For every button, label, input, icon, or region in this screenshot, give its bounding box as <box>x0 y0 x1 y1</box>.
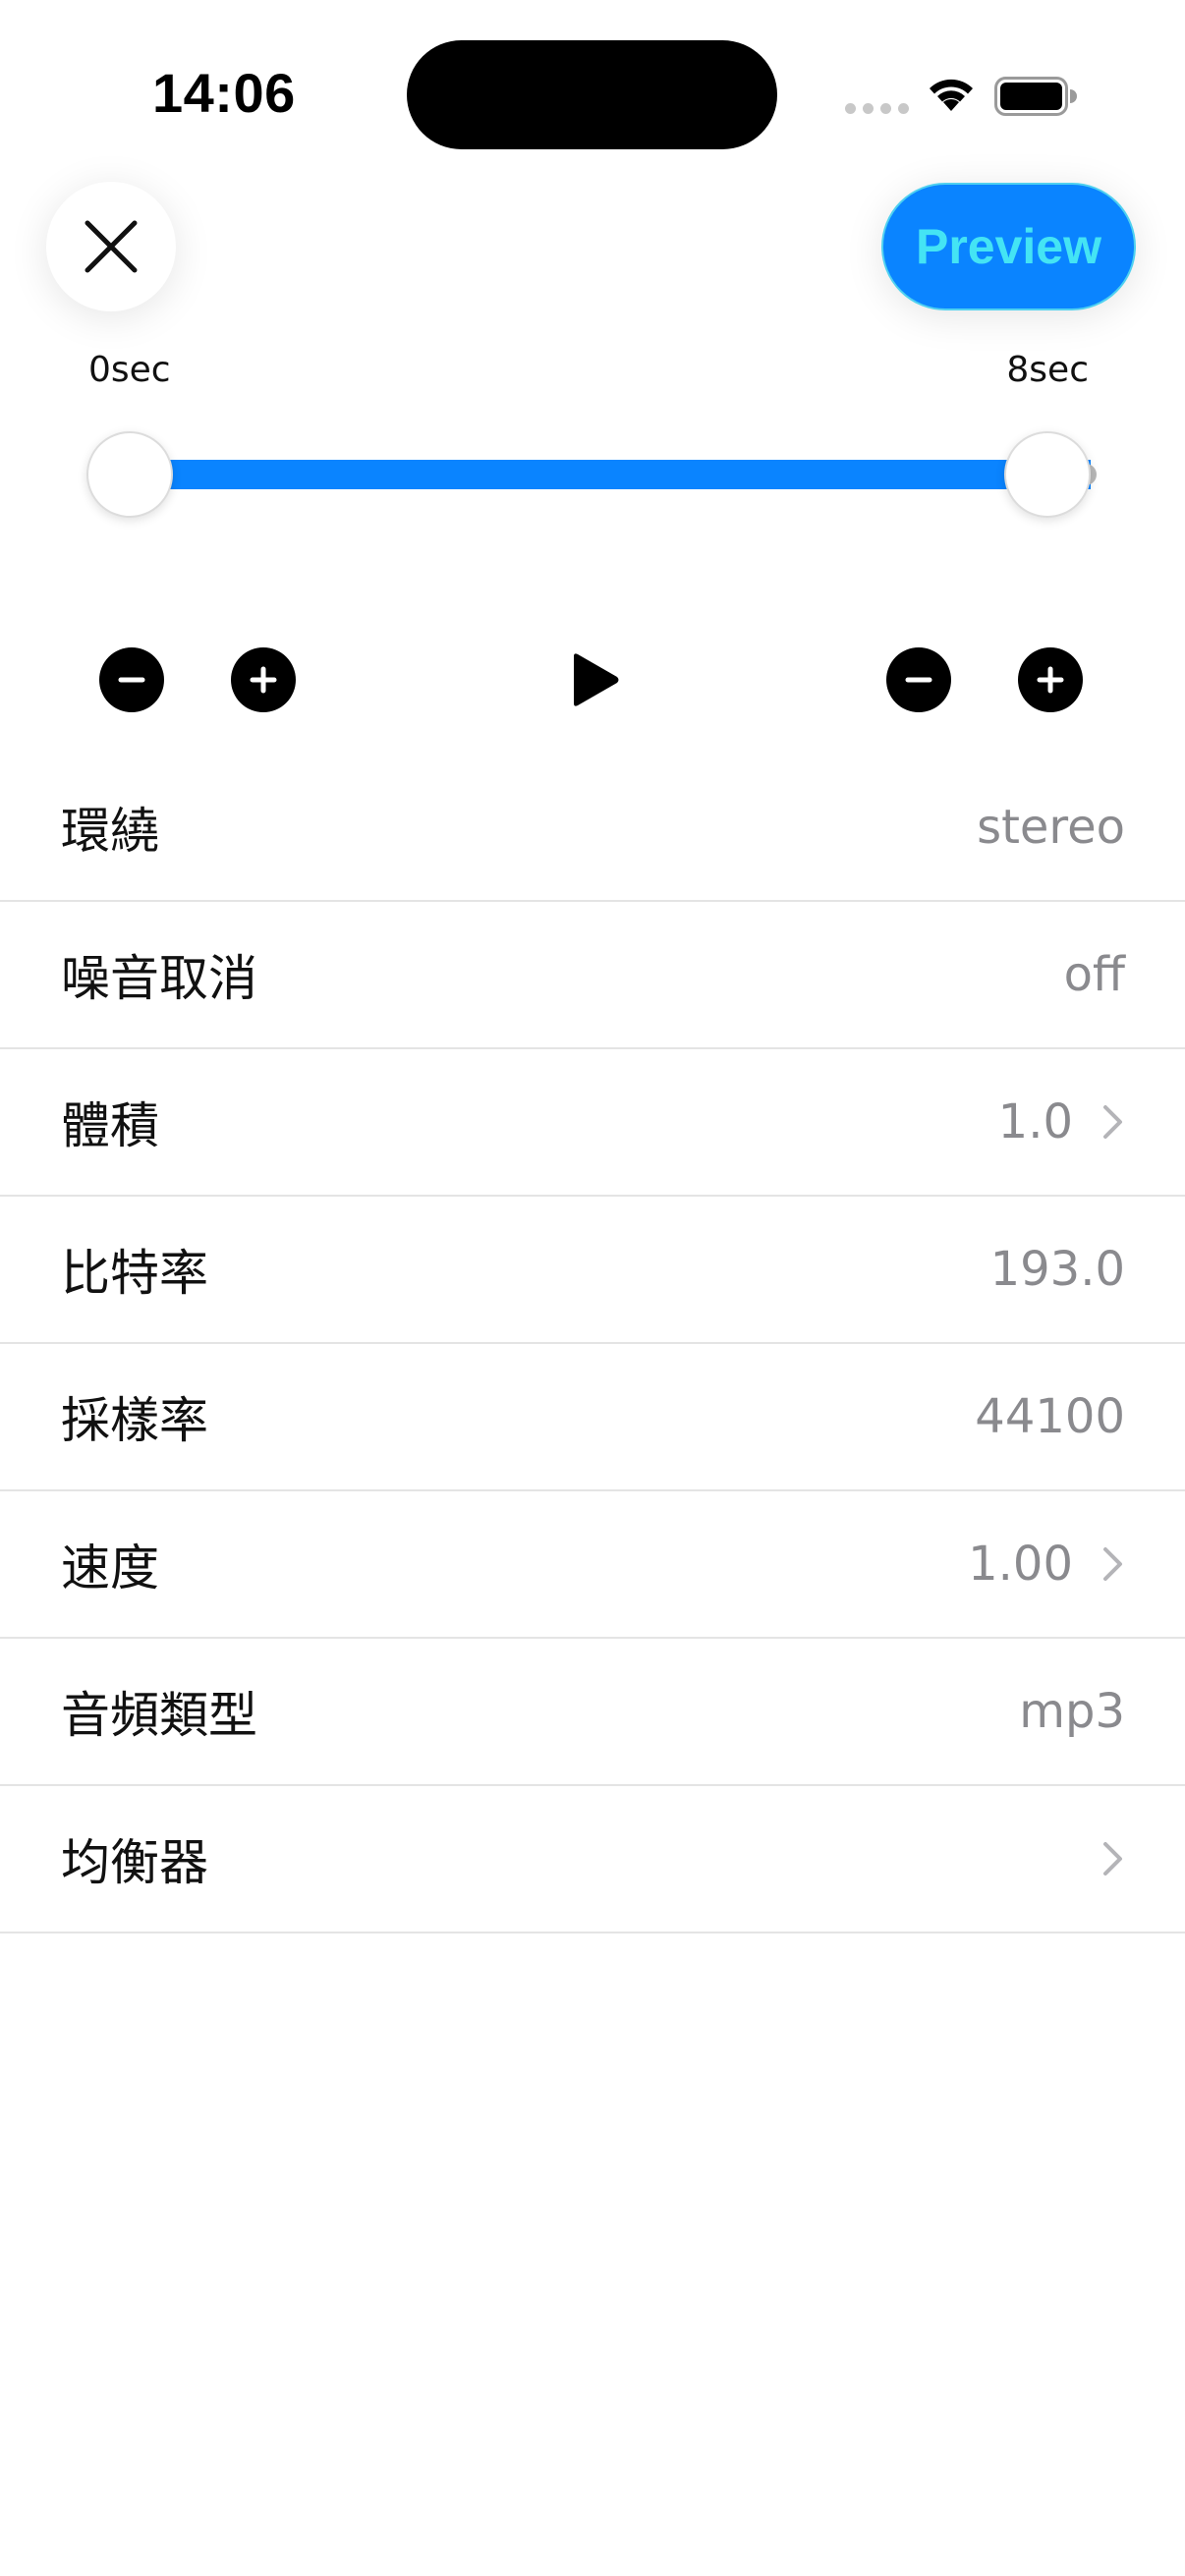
setting-row-surround[interactable]: 環繞 stereo <box>0 755 1185 902</box>
wifi-icon <box>930 79 973 111</box>
setting-row-audio-type[interactable]: 音頻類型 mp3 <box>0 1639 1185 1786</box>
setting-label: 環繞 <box>61 803 159 860</box>
minus-icon <box>905 677 932 683</box>
setting-value: 44100 <box>975 1389 1125 1444</box>
setting-row-equalizer[interactable]: 均衡器 <box>0 1786 1185 1933</box>
dynamic-island <box>407 40 777 149</box>
plus-icon <box>250 666 277 694</box>
setting-row-volume[interactable]: 體積 1.0 <box>0 1049 1185 1197</box>
setting-label: 均衡器 <box>61 1834 208 1891</box>
battery-icon <box>994 77 1077 116</box>
setting-value: 1.00 <box>968 1537 1073 1592</box>
setting-label: 噪音取消 <box>61 950 257 1007</box>
setting-value: mp3 <box>1019 1684 1125 1739</box>
setting-value: off <box>1063 947 1125 1002</box>
end-increase-button[interactable] <box>1018 647 1083 712</box>
end-decrease-button[interactable] <box>886 647 951 712</box>
chevron-right-icon <box>1103 1842 1122 1876</box>
cellular-signal-icon <box>845 103 909 114</box>
setting-label: 體積 <box>61 1097 159 1154</box>
chevron-right-icon <box>1103 1547 1122 1581</box>
setting-value: 1.0 <box>997 1094 1073 1149</box>
minus-icon <box>118 677 145 683</box>
start-increase-button[interactable] <box>231 647 296 712</box>
setting-label: 比特率 <box>61 1245 208 1302</box>
trim-start-label: 0sec <box>88 350 171 390</box>
setting-value: stereo <box>977 800 1125 855</box>
trim-start-handle[interactable] <box>86 431 173 518</box>
start-decrease-button[interactable] <box>99 647 164 712</box>
close-button[interactable] <box>46 182 176 311</box>
setting-label: 採樣率 <box>61 1392 208 1449</box>
setting-row-bitrate[interactable]: 比特率 193.0 <box>0 1197 1185 1344</box>
trim-range-track <box>130 460 1091 489</box>
play-button[interactable] <box>568 650 623 709</box>
setting-row-speed[interactable]: 速度 1.00 <box>0 1491 1185 1639</box>
chevron-right-icon <box>1103 1105 1122 1139</box>
setting-label: 速度 <box>61 1540 159 1596</box>
settings-list: 環繞 stereo 噪音取消 off 體積 1.0 比特率 193.0 採樣率 … <box>0 755 1185 1933</box>
status-time: 14:06 <box>152 62 296 124</box>
trim-end-label: 8sec <box>1006 350 1089 390</box>
preview-button[interactable]: Preview <box>881 183 1136 310</box>
setting-label: 音頻類型 <box>61 1687 257 1744</box>
setting-value: 193.0 <box>989 1242 1125 1297</box>
setting-row-sample-rate[interactable]: 採樣率 44100 <box>0 1344 1185 1491</box>
setting-row-noise-cancel[interactable]: 噪音取消 off <box>0 902 1185 1049</box>
play-icon <box>574 653 619 706</box>
trim-end-handle[interactable] <box>1004 431 1091 518</box>
status-icons <box>845 72 1081 121</box>
close-icon <box>85 220 138 273</box>
plus-icon <box>1037 666 1064 694</box>
